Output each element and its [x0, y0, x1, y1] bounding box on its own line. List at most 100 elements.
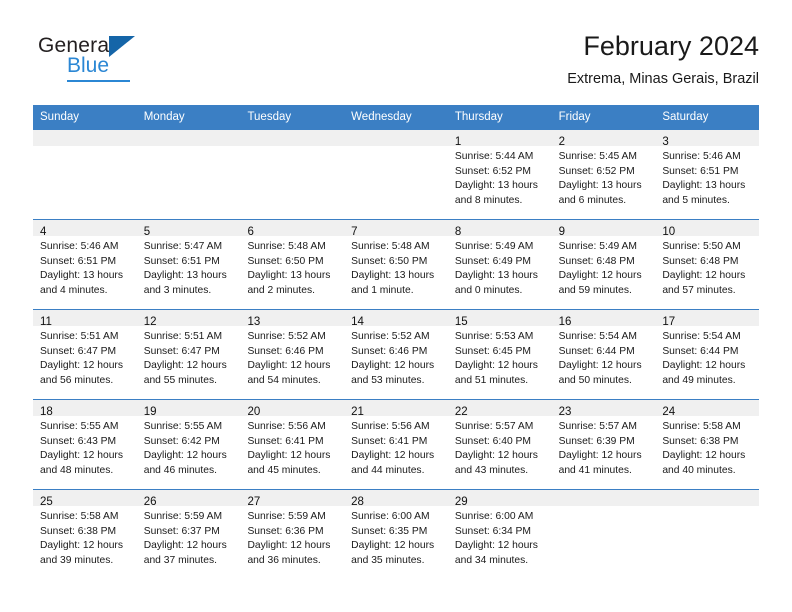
day-details: Sunrise: 5:54 AM Sunset: 6:44 PM Daylight:… [655, 326, 759, 388]
day-cell[interactable]: 28 Sunrise: 6:00 AM Sunset: 6:35 PM Dayligh… [344, 490, 448, 579]
day-number-band: 20 [240, 400, 345, 418]
calendar-weeks: 1 Sunrise: 5:44 AM Sunset: 6:52 PM Daylight… [33, 130, 760, 579]
day-details: Sunrise: 5:57 AM Sunset: 6:39 PM Daylight:… [552, 416, 656, 478]
day-number-band: 21 [344, 400, 448, 418]
daylight-text-line2: and 1 minute. [351, 284, 414, 296]
day-cell[interactable]: 16 Sunrise: 5:54 AM Sunset: 6:44 PM Dayligh… [551, 310, 656, 399]
day-details: Sunrise: 5:52 AM Sunset: 6:46 PM Daylight:… [344, 326, 448, 388]
day-number-band: 19 [136, 400, 241, 418]
day-cell[interactable]: 10 Sunrise: 5:50 AM Sunset: 6:48 PM Dayligh… [655, 220, 760, 309]
day-cell[interactable]: 7 Sunrise: 5:48 AM Sunset: 6:50 PM Daylight… [344, 220, 448, 309]
logo-text-blue: Blue [67, 54, 110, 77]
day-number: 25 [40, 496, 53, 508]
day-cell[interactable]: 3 Sunrise: 5:46 AM Sunset: 6:51 PM Daylight… [655, 130, 760, 219]
daylight-text-line1: Daylight: 13 hours [558, 180, 642, 192]
general-blue-logo[interactable]: General Blue [38, 34, 178, 86]
day-cell[interactable]: 18 Sunrise: 5:55 AM Sunset: 6:43 PM Dayligh… [33, 400, 137, 489]
sunrise-text: Sunrise: 5:55 AM [40, 421, 119, 432]
day-details: Sunrise: 6:00 AM Sunset: 6:34 PM Daylight:… [448, 506, 552, 568]
day-cell[interactable]: 22 Sunrise: 5:57 AM Sunset: 6:40 PM Dayligh… [447, 400, 552, 489]
sunset-text: Sunset: 6:36 PM [247, 525, 324, 537]
day-details: Sunrise: 5:59 AM Sunset: 6:36 PM Daylight:… [240, 506, 344, 568]
sunset-text: Sunset: 6:35 PM [351, 525, 428, 537]
day-cell[interactable]: 12 Sunrise: 5:51 AM Sunset: 6:47 PM Dayligh… [136, 310, 241, 399]
sunrise-text: Sunrise: 5:45 AM [558, 151, 638, 162]
weekday-thursday: Thursday [454, 111, 503, 123]
daylight-text-line2: and 51 minutes. [454, 374, 529, 386]
day-cell[interactable]: 21 Sunrise: 5:56 AM Sunset: 6:41 PM Dayligh… [344, 400, 448, 489]
day-details: Sunrise: 5:45 AM Sunset: 6:52 PM Daylight:… [552, 146, 656, 208]
day-cell[interactable]: 14 Sunrise: 5:52 AM Sunset: 6:46 PM Dayligh… [344, 310, 448, 399]
day-cell[interactable]: 2 Sunrise: 5:45 AM Sunset: 6:52 PM Daylight… [551, 130, 656, 219]
daylight-text-line1: Daylight: 12 hours [351, 360, 435, 372]
day-details: Sunrise: 5:55 AM Sunset: 6:42 PM Daylight:… [137, 416, 241, 478]
day-cell[interactable]: 6 Sunrise: 5:48 AM Sunset: 6:50 PM Daylight… [240, 220, 345, 309]
day-number-band: 3 [655, 130, 760, 148]
sunset-text: Sunset: 6:47 PM [40, 345, 117, 357]
day-number-band: 4 [33, 220, 137, 238]
day-details: Sunrise: 5:56 AM Sunset: 6:41 PM Daylight:… [344, 416, 448, 478]
page-subtitle: Extrema, Minas Gerais, Brazil [567, 71, 759, 87]
daylight-text-line1: Daylight: 12 hours [40, 540, 123, 552]
day-details: Sunrise: 5:57 AM Sunset: 6:40 PM Daylight:… [448, 416, 552, 478]
sunset-text: Sunset: 6:48 PM [558, 255, 635, 267]
sunset-text: Sunset: 6:44 PM [558, 345, 635, 357]
day-number-band: 10 [655, 220, 760, 238]
page-header: General Blue February 2024 Extrema, Mina… [33, 30, 759, 92]
day-number-band [240, 130, 345, 146]
day-number: 24 [662, 406, 676, 418]
daylight-text-line1: Daylight: 13 hours [454, 180, 538, 192]
day-cell[interactable]: 26 Sunrise: 5:59 AM Sunset: 6:37 PM Dayligh… [136, 490, 241, 579]
sunset-text: Sunset: 6:51 PM [40, 255, 117, 267]
day-number: 22 [454, 406, 468, 418]
sunrise-text: Sunrise: 5:54 AM [558, 331, 638, 342]
day-cell[interactable]: 25 Sunrise: 5:58 AM Sunset: 6:38 PM Dayligh… [33, 490, 137, 579]
day-cell[interactable]: 8 Sunrise: 5:49 AM Sunset: 6:49 PM Daylight… [447, 220, 552, 309]
day-number: 9 [558, 226, 565, 238]
sunrise-text: Sunrise: 5:56 AM [247, 421, 326, 432]
day-cell[interactable]: 9 Sunrise: 5:49 AM Sunset: 6:48 PM Daylight… [551, 220, 656, 309]
weekday-saturday: Saturday [662, 111, 709, 123]
sunrise-text: Sunrise: 5:55 AM [143, 421, 223, 432]
weekday-wednesday: Wednesday [351, 111, 412, 123]
day-number: 10 [662, 226, 676, 238]
day-number-band [344, 130, 448, 146]
day-number: 3 [662, 136, 669, 148]
day-cell[interactable]: 20 Sunrise: 5:56 AM Sunset: 6:41 PM Dayligh… [240, 400, 345, 489]
sunrise-text: Sunrise: 5:59 AM [247, 511, 326, 522]
sunset-text: Sunset: 6:40 PM [454, 435, 532, 447]
day-cell[interactable]: 27 Sunrise: 5:59 AM Sunset: 6:36 PM Dayligh… [240, 490, 345, 579]
day-number-band: 18 [33, 400, 137, 418]
day-number: 19 [143, 406, 157, 418]
day-cell[interactable]: 13 Sunrise: 5:52 AM Sunset: 6:46 PM Dayligh… [240, 310, 345, 399]
day-cell[interactable]: 5 Sunrise: 5:47 AM Sunset: 6:51 PM Daylight… [136, 220, 241, 309]
sunrise-text: Sunrise: 5:58 AM [662, 421, 741, 432]
day-number: 16 [558, 316, 572, 328]
sunrise-text: Sunrise: 5:52 AM [351, 331, 430, 342]
calendar-week-row: 4 Sunrise: 5:46 AM Sunset: 6:51 PM Daylight… [33, 219, 760, 309]
sunrise-text: Sunrise: 5:52 AM [247, 331, 326, 342]
daylight-text-line2: and 48 minutes. [40, 464, 114, 476]
sunrise-text: Sunrise: 5:48 AM [247, 241, 326, 252]
day-cell[interactable]: 23 Sunrise: 5:57 AM Sunset: 6:39 PM Dayligh… [551, 400, 656, 489]
day-cell[interactable]: 24 Sunrise: 5:58 AM Sunset: 6:38 PM Dayligh… [655, 400, 760, 489]
day-cell[interactable]: 17 Sunrise: 5:54 AM Sunset: 6:44 PM Dayligh… [655, 310, 760, 399]
day-cell-empty [551, 490, 656, 579]
daylight-text-line2: and 53 minutes. [351, 374, 425, 386]
daylight-text-line2: and 39 minutes. [40, 554, 114, 566]
day-number-band: 15 [447, 310, 552, 328]
sunrise-text: Sunrise: 5:46 AM [662, 151, 741, 162]
day-cell[interactable]: 19 Sunrise: 5:55 AM Sunset: 6:42 PM Dayligh… [136, 400, 241, 489]
day-cell[interactable]: 1 Sunrise: 5:44 AM Sunset: 6:52 PM Daylight… [447, 130, 552, 219]
daylight-text-line2: and 2 minutes. [247, 284, 315, 296]
day-cell[interactable]: 15 Sunrise: 5:53 AM Sunset: 6:45 PM Dayligh… [447, 310, 552, 399]
day-cell[interactable]: 4 Sunrise: 5:46 AM Sunset: 6:51 PM Daylight… [33, 220, 137, 309]
day-number-band [33, 130, 137, 146]
page-title: February 2024 [583, 31, 759, 61]
day-cell[interactable]: 29 Sunrise: 6:00 AM Sunset: 6:34 PM Dayligh… [447, 490, 552, 579]
day-cell[interactable]: 11 Sunrise: 5:51 AM Sunset: 6:47 PM Dayligh… [33, 310, 137, 399]
daylight-text-line1: Daylight: 13 hours [351, 270, 435, 282]
daylight-text-line2: and 4 minutes. [40, 284, 108, 296]
day-number: 13 [247, 316, 261, 328]
sunrise-text: Sunrise: 5:57 AM [558, 421, 638, 432]
